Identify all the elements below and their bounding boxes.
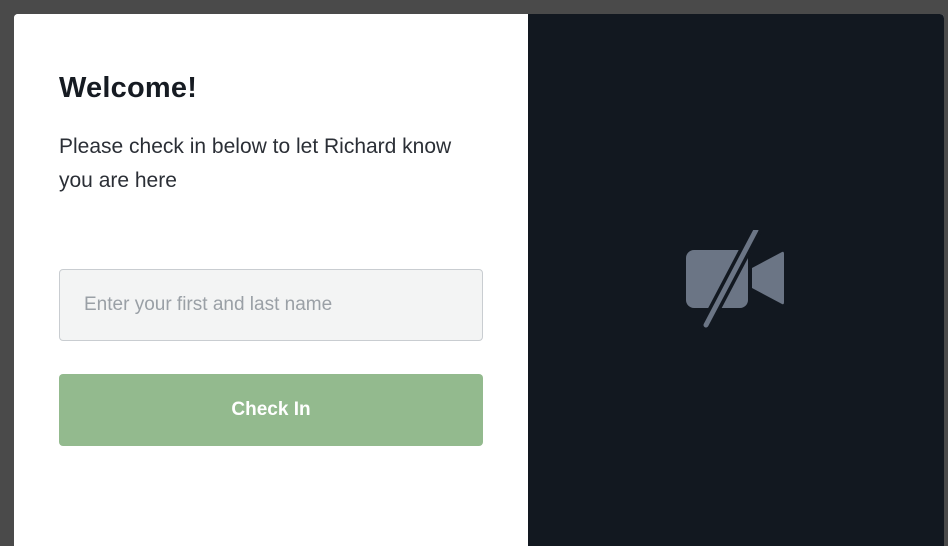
video-off-icon [686,230,784,330]
name-input[interactable] [59,269,483,341]
check-in-button[interactable]: Check In [59,374,483,446]
checkin-panel: Welcome! Please check in below to let Ri… [14,14,528,546]
checkin-modal: Welcome! Please check in below to let Ri… [14,14,944,546]
video-preview [528,14,944,546]
welcome-title: Welcome! [59,72,198,104]
checkin-instructions: Please check in below to let Richard kno… [59,135,452,192]
